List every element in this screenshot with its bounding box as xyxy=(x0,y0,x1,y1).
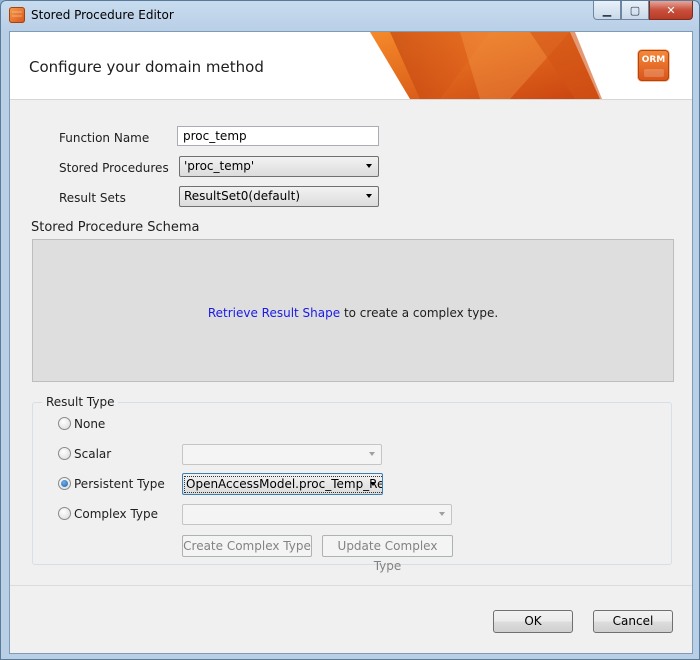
result-sets-value: ResultSet0(default) xyxy=(184,189,301,203)
dialog-content: Configure your domain method ORM Functio… xyxy=(9,31,693,654)
retrieve-result-shape-link[interactable]: Retrieve Result Shape xyxy=(208,306,340,320)
complex-type-select[interactable] xyxy=(182,504,452,525)
minimize-icon: ▁ xyxy=(602,3,612,17)
radio-scalar-label[interactable]: Scalar xyxy=(74,447,111,461)
result-type-legend: Result Type xyxy=(42,395,119,409)
chevron-down-icon xyxy=(370,482,376,486)
radio-complex-type-label[interactable]: Complex Type xyxy=(74,507,158,521)
dialog-window: Stored Procedure Editor ▁ ▢ ✕ Configure … xyxy=(0,0,700,660)
radio-none[interactable] xyxy=(58,417,71,430)
header-banner: Configure your domain method ORM xyxy=(10,32,692,100)
page-title: Configure your domain method xyxy=(29,58,264,76)
chevron-down-icon xyxy=(366,164,372,168)
persistent-type-value: OpenAccessModel.proc_Temp_Re xyxy=(184,476,382,493)
ok-button[interactable]: OK xyxy=(493,610,573,633)
persistent-type-select[interactable]: OpenAccessModel.proc_Temp_Re xyxy=(182,473,383,495)
chevron-down-icon xyxy=(439,512,445,516)
stored-procedures-label: Stored Procedures xyxy=(59,161,169,175)
create-complex-type-button[interactable]: Create Complex Type xyxy=(182,535,312,557)
radio-persistent-type[interactable] xyxy=(58,477,71,490)
update-complex-type-button[interactable]: Update Complex Type xyxy=(322,535,453,573)
scalar-type-select[interactable] xyxy=(182,444,382,465)
chevron-down-icon xyxy=(369,452,375,456)
close-icon: ✕ xyxy=(666,3,676,17)
result-sets-label: Result Sets xyxy=(59,191,126,205)
stored-procedures-select[interactable]: 'proc_temp' xyxy=(179,156,379,177)
window-title: Stored Procedure Editor xyxy=(31,8,174,22)
function-name-input[interactable]: proc_temp xyxy=(177,126,379,146)
maximize-button[interactable]: ▢ xyxy=(621,1,649,20)
schema-panel: Retrieve Result Shape to create a comple… xyxy=(32,239,674,382)
radio-none-label[interactable]: None xyxy=(74,417,105,431)
orm-logo: ORM xyxy=(638,50,669,81)
close-button[interactable]: ✕ xyxy=(649,1,693,20)
radio-persistent-type-label[interactable]: Persistent Type xyxy=(74,477,165,491)
schema-section-title: Stored Procedure Schema xyxy=(31,220,200,235)
footer-divider xyxy=(10,585,692,586)
app-icon xyxy=(9,7,25,23)
radio-complex-type[interactable] xyxy=(58,507,71,520)
maximize-icon: ▢ xyxy=(629,3,641,17)
title-bar[interactable]: Stored Procedure Editor ▁ ▢ ✕ xyxy=(1,1,699,31)
caption-buttons: ▁ ▢ ✕ xyxy=(593,1,693,21)
result-sets-select[interactable]: ResultSet0(default) xyxy=(179,186,379,207)
chevron-down-icon xyxy=(366,194,372,198)
schema-message-text: to create a complex type. xyxy=(340,306,499,320)
radio-scalar[interactable] xyxy=(58,447,71,460)
stored-procedures-value: 'proc_temp' xyxy=(184,159,255,173)
function-name-label: Function Name xyxy=(59,131,150,145)
cancel-button[interactable]: Cancel xyxy=(593,610,673,633)
minimize-button[interactable]: ▁ xyxy=(593,1,621,20)
schema-message: Retrieve Result Shape to create a comple… xyxy=(33,306,673,320)
